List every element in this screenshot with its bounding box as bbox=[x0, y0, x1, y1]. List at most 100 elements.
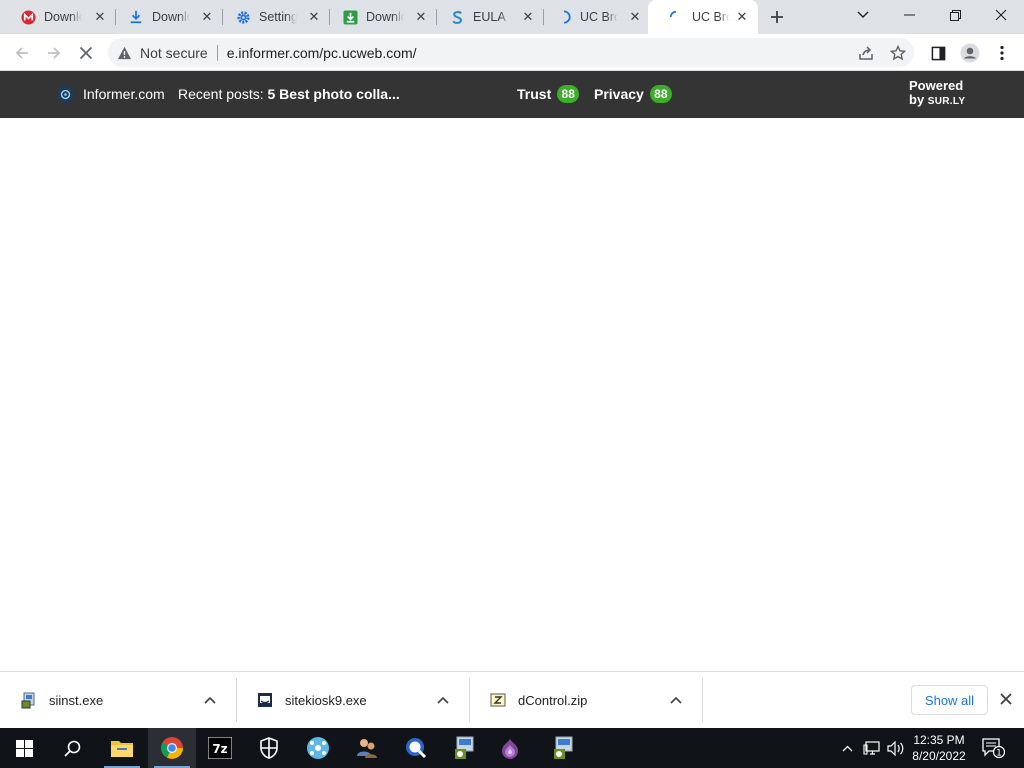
recent-posts-label: Recent posts: bbox=[178, 86, 264, 102]
chevron-up-icon[interactable] bbox=[435, 692, 451, 708]
s-logo-icon bbox=[449, 9, 465, 25]
window-close-button[interactable] bbox=[978, 0, 1024, 30]
plus-icon bbox=[771, 11, 783, 23]
taskbar-7zip[interactable]: 7z bbox=[196, 728, 244, 768]
onion-icon bbox=[502, 738, 518, 759]
stop-loading-button[interactable] bbox=[72, 39, 100, 67]
star-icon bbox=[890, 45, 906, 61]
tab-eula[interactable]: EULA ✕ bbox=[429, 0, 544, 34]
zip-archive-icon bbox=[489, 691, 507, 709]
taskbar-installer-2[interactable] bbox=[540, 728, 588, 768]
download-item-siinst[interactable]: siinst.exe bbox=[0, 678, 236, 722]
installer-icon bbox=[554, 736, 573, 759]
arrow-left-icon bbox=[15, 47, 28, 59]
download-icon bbox=[128, 9, 144, 25]
show-all-downloads-button[interactable]: Show all bbox=[911, 685, 988, 715]
tab-download-mega[interactable]: Download ✕ bbox=[0, 0, 116, 34]
taskbar-chrome[interactable] bbox=[148, 728, 196, 768]
tab-settings[interactable]: Settings ✕ bbox=[215, 0, 330, 34]
download-item-dcontrol[interactable]: dControl.zip bbox=[469, 678, 702, 722]
notification-icon: 1 bbox=[982, 738, 1005, 759]
tab-download-green[interactable]: Download ✕ bbox=[322, 0, 437, 34]
recent-posts[interactable]: Recent posts: 5 Best photo colla... bbox=[178, 86, 400, 102]
download-filename: sitekiosk9.exe bbox=[285, 692, 367, 708]
tab-uc-browser-1[interactable]: UC Brow ✕ bbox=[536, 0, 651, 34]
tab-uc-browser-active[interactable]: UC Brow ✕ bbox=[648, 0, 758, 34]
tab-title: Settings bbox=[259, 10, 297, 24]
close-icon[interactable]: ✕ bbox=[92, 9, 108, 25]
chevron-up-icon[interactable] bbox=[668, 692, 684, 708]
profile-button[interactable] bbox=[956, 39, 984, 67]
minimize-icon bbox=[903, 14, 915, 16]
chevron-up-icon[interactable] bbox=[202, 692, 218, 708]
back-button[interactable] bbox=[8, 39, 36, 67]
mega-icon bbox=[20, 9, 36, 25]
tab-title: Download bbox=[152, 10, 190, 24]
close-icon[interactable]: ✕ bbox=[413, 9, 429, 25]
speaker-icon bbox=[886, 740, 903, 756]
powered-label: Powered bbox=[909, 78, 964, 93]
new-tab-button[interactable] bbox=[766, 6, 788, 28]
tab-title: Download bbox=[366, 10, 404, 24]
recent-post-link[interactable]: 5 Best photo colla... bbox=[268, 86, 400, 102]
search-button[interactable] bbox=[48, 728, 96, 768]
start-button[interactable] bbox=[0, 728, 48, 768]
trust-score[interactable]: Trust 88 bbox=[517, 85, 580, 103]
powered-by-surly[interactable]: Powered by SUR.LY bbox=[909, 79, 965, 109]
close-icon[interactable]: ✕ bbox=[734, 9, 750, 25]
tab-title: UC Brow bbox=[692, 10, 730, 24]
url-text[interactable]: e.informer.com/pc.ucweb.com/ bbox=[227, 45, 417, 61]
action-center-button[interactable]: 1 bbox=[980, 728, 1006, 768]
warning-triangle-icon[interactable] bbox=[116, 45, 132, 61]
share-icon bbox=[859, 46, 873, 60]
network-status-button[interactable] bbox=[860, 728, 882, 768]
tab-title: EULA bbox=[473, 10, 506, 24]
folder-icon bbox=[111, 741, 133, 757]
taskbar-tor-browser[interactable] bbox=[486, 728, 534, 768]
taskbar-search-tool[interactable] bbox=[392, 728, 440, 768]
taskbar-file-explorer[interactable] bbox=[98, 728, 146, 768]
stop-x-icon bbox=[79, 46, 93, 60]
download-filename: siinst.exe bbox=[49, 692, 104, 708]
show-hidden-icons-button[interactable] bbox=[838, 728, 856, 768]
informer-toolbar: Informer.com Recent posts: 5 Best photo … bbox=[0, 71, 1024, 118]
tab-search-button[interactable] bbox=[840, 0, 886, 30]
bookmark-star-button[interactable] bbox=[884, 39, 912, 67]
security-status[interactable]: Not secure bbox=[140, 45, 208, 61]
chrome-menu-button[interactable] bbox=[988, 39, 1016, 67]
download-item-sitekiosk[interactable]: sitekiosk9.exe bbox=[236, 678, 469, 722]
taskbar-clock[interactable]: 12:35 PM 8/20/2022 bbox=[904, 732, 974, 764]
powered-by-label: by bbox=[909, 92, 925, 107]
taskbar-installer[interactable] bbox=[441, 728, 489, 768]
informer-logo-icon[interactable] bbox=[57, 86, 74, 103]
chevron-down-icon bbox=[857, 11, 869, 18]
side-panel-button[interactable] bbox=[924, 39, 952, 67]
avatar-icon bbox=[960, 43, 980, 63]
close-icon[interactable]: ✕ bbox=[520, 9, 536, 25]
close-download-shelf-button[interactable] bbox=[998, 691, 1014, 707]
windows-taskbar: 7z 12:35 PM 8/20/2022 1 bbox=[0, 728, 1024, 768]
tab-strip: Download ✕ Download ✕ Settings ✕ Downloa… bbox=[0, 0, 1024, 34]
taskbar-users-app[interactable] bbox=[343, 728, 391, 768]
forward-button[interactable] bbox=[40, 39, 68, 67]
browser-toolbar: Not secure e.informer.com/pc.ucweb.com/ bbox=[0, 34, 1024, 71]
trust-score-badge: 88 bbox=[557, 85, 580, 103]
close-icon[interactable]: ✕ bbox=[199, 9, 215, 25]
taskbar-network-app[interactable] bbox=[294, 728, 342, 768]
tab-download[interactable]: Download ✕ bbox=[108, 0, 223, 34]
minimize-button[interactable] bbox=[886, 0, 932, 30]
page-content bbox=[0, 118, 1024, 671]
share-button[interactable] bbox=[852, 39, 880, 67]
address-bar[interactable]: Not secure e.informer.com/pc.ucweb.com/ bbox=[108, 38, 914, 67]
clock-date: 8/20/2022 bbox=[912, 749, 966, 763]
taskbar-security[interactable] bbox=[245, 728, 293, 768]
network-monitor-icon bbox=[862, 740, 880, 755]
privacy-score[interactable]: Privacy 88 bbox=[594, 85, 672, 103]
informer-site-link[interactable]: Informer.com bbox=[83, 86, 165, 102]
restore-button[interactable] bbox=[932, 0, 978, 30]
volume-button[interactable] bbox=[884, 728, 906, 768]
privacy-label: Privacy bbox=[594, 86, 644, 102]
close-icon[interactable]: ✕ bbox=[306, 9, 322, 25]
svg-text:7z: 7z bbox=[212, 742, 227, 756]
close-icon[interactable]: ✕ bbox=[627, 9, 643, 25]
